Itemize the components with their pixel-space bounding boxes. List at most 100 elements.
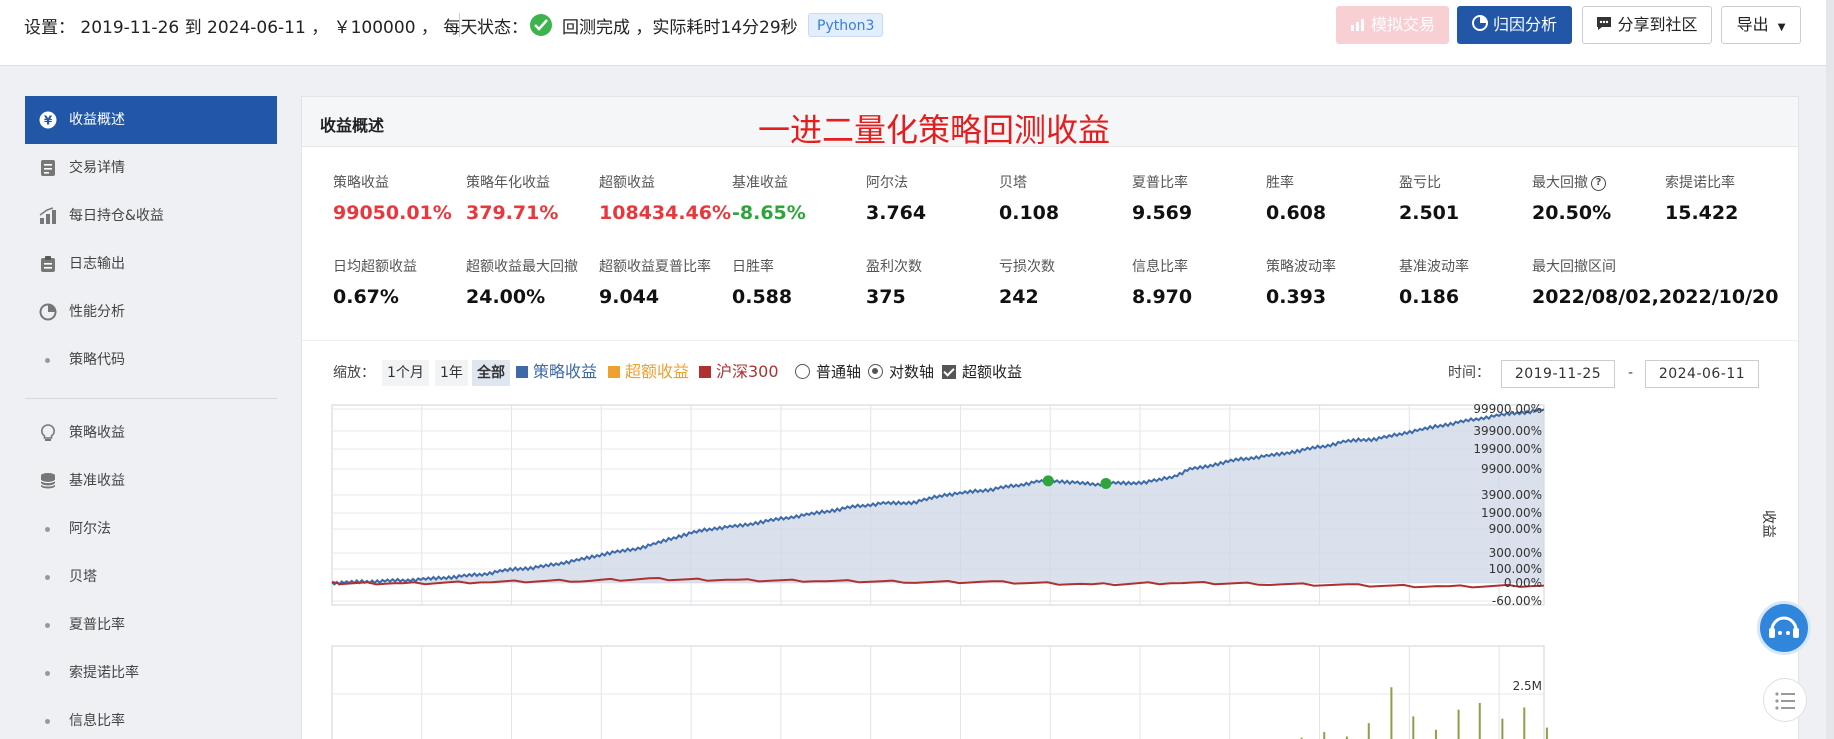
sidebar-item-benchmark-returns[interactable]: 基准收益: [25, 457, 277, 505]
zoom-all-button[interactable]: 全部: [472, 360, 510, 386]
share-to-community-button[interactable]: 分享到社区: [1582, 6, 1712, 44]
metric-daily-win-rate: 日胜率 0.588: [732, 259, 793, 308]
headset-icon: [1769, 616, 1799, 638]
sidebar-item-beta[interactable]: 贝塔: [25, 553, 277, 601]
sidebar-item-label: 贝塔: [69, 569, 97, 585]
bullet-dot: [45, 575, 50, 580]
help-icon[interactable]: ?: [1591, 175, 1606, 191]
metric-strategy-volatility: 策略波动率 0.393: [1266, 259, 1336, 308]
y-tick-label: 19900.00%: [1473, 442, 1542, 456]
metric-profit-count: 盈利次数 375: [866, 259, 922, 308]
sidebar-item-label: 信息比率: [69, 713, 125, 729]
bulb-icon: [41, 424, 55, 441]
volume-bar: [1457, 709, 1460, 739]
sidebar-item-alpha[interactable]: 阿尔法: [25, 505, 277, 553]
volume-bar: [1412, 716, 1415, 739]
sidebar-item-trade-details[interactable]: 交易详情: [25, 144, 277, 192]
metric-benchmark-return: 基准收益 -8.65%: [732, 175, 806, 224]
metric-profit-loss-ratio: 盈亏比 2.501: [1399, 175, 1460, 224]
sidebar-item-label: 策略收益: [69, 425, 125, 441]
date-to-input[interactable]: 2024-06-11: [1645, 360, 1759, 388]
database-icon: [40, 473, 56, 489]
volume-bar: [1523, 707, 1526, 739]
bullet-dot: [45, 527, 50, 532]
sidebar-item-label: 日志输出: [69, 256, 125, 272]
sidebar-item-sortino[interactable]: 索提诺比率: [25, 649, 277, 697]
zoom-1-year-button[interactable]: 1年: [435, 360, 468, 386]
sidebar-item-performance[interactable]: 性能分析: [25, 288, 277, 336]
y-tick-label: 300.00%: [1489, 546, 1542, 560]
attribution-analysis-button[interactable]: 归因分析: [1457, 6, 1572, 44]
sidebar-item-information-ratio[interactable]: 信息比率: [25, 697, 277, 739]
date-from-input[interactable]: 2019-11-25: [1501, 360, 1615, 388]
metric-strategy-return: 策略收益 99050.01%: [333, 175, 452, 224]
sidebar-item-label: 每日持仓&收益: [69, 208, 164, 224]
legend-strategy-returns[interactable]: 策略收益: [516, 359, 597, 385]
volume-bar: [1390, 687, 1393, 739]
y-tick-label: 9900.00%: [1481, 462, 1542, 476]
pie-chart-icon: [1471, 8, 1488, 44]
sidebar-item-returns-overview[interactable]: ¥ 收益概述: [25, 96, 277, 144]
catalog-button[interactable]: [1763, 678, 1807, 722]
metric-excess-max-drawdown: 超额收益最大回撤 24.00%: [466, 259, 578, 308]
document-icon: [41, 160, 55, 176]
sidebar-item-sharpe[interactable]: 夏普比率: [25, 601, 277, 649]
page-scrollbar[interactable]: [1826, 0, 1834, 739]
drawdown-marker[interactable]: [1042, 475, 1054, 487]
status-label: 状态：: [477, 18, 528, 38]
sidebar-item-label: 索提诺比率: [69, 665, 139, 681]
sidebar-item-daily-positions[interactable]: 每日持仓&收益: [25, 192, 277, 240]
sidebar-item-label: 夏普比率: [69, 617, 125, 633]
divider: [459, 13, 460, 37]
metric-alpha: 阿尔法 3.764: [866, 175, 927, 224]
top-bar: 设置： 2019-11-26 到 2024-06-11 ， ￥100000 ， …: [0, 0, 1834, 66]
metric-benchmark-volatility: 基准波动率 0.186: [1399, 259, 1469, 308]
legend-swatch: [699, 366, 711, 378]
y-tick-label: 3900.00%: [1481, 488, 1542, 502]
axis-log-radio[interactable]: 对数轴: [868, 359, 934, 385]
returns-overview-card: 收益概述 一进二量化策略回测收益 策略收益 99050.01% 策略年化收益 3…: [301, 96, 1799, 739]
sidebar-item-label: 收益概述: [69, 112, 125, 128]
volume-bar: [1434, 729, 1437, 739]
legend-hs300[interactable]: 沪深300: [699, 359, 779, 385]
sidebar-item-label: 策略代码: [69, 352, 125, 368]
sidebar: ¥ 收益概述 交易详情 每日持仓&收益 日志输出 性能分析 策略代码 策略收益 …: [25, 96, 277, 739]
sidebar-item-strategy-code[interactable]: 策略代码: [25, 336, 277, 384]
metric-max-drawdown-period: 最大回撤区间 2022/08/02,2022/10/20: [1532, 259, 1779, 308]
sidebar-divider: [25, 398, 277, 399]
time-label: 时间：: [1448, 365, 1490, 381]
chart-trend-icon: [1350, 8, 1366, 44]
sidebar-item-log-output[interactable]: 日志输出: [25, 240, 277, 288]
volume-bar: [1478, 702, 1481, 739]
drawdown-marker[interactable]: [1100, 477, 1112, 489]
bullet-dot: [45, 671, 50, 676]
y-axis-label: 收益: [1760, 510, 1776, 538]
sidebar-item-strategy-returns[interactable]: 策略收益: [25, 409, 277, 457]
y-tick-label: 1900.00%: [1481, 506, 1542, 520]
customer-service-button[interactable]: [1757, 601, 1811, 655]
y-tick-label: 99900.00%: [1473, 402, 1542, 416]
zoom-1-month-button[interactable]: 1个月: [382, 360, 429, 386]
volume-chart[interactable]: 2.5M0M: [302, 642, 1800, 739]
excess-returns-checkbox[interactable]: 超额收益: [942, 359, 1022, 385]
legend-excess-returns[interactable]: 超额收益: [608, 359, 689, 385]
export-dropdown-button[interactable]: 导出 ▼: [1721, 6, 1801, 44]
overlay-title: 一进二量化策略回测收益: [758, 111, 1111, 149]
caret-down-icon: ▼: [1777, 22, 1786, 33]
y-tick-label: -60.00%: [1492, 594, 1542, 608]
bullet-dot: [45, 623, 50, 628]
pie-icon: [39, 303, 57, 321]
comment-icon: [1596, 8, 1612, 44]
list-icon: [1775, 692, 1795, 710]
clipboard-icon: [41, 256, 55, 272]
simulate-trading-button[interactable]: 模拟交易: [1336, 6, 1449, 44]
sidebar-item-label: 基准收益: [69, 473, 125, 489]
svg-text:¥: ¥: [44, 114, 53, 128]
card-title: 收益概述: [320, 116, 385, 135]
radio-selected-icon: [868, 364, 883, 379]
yen-icon: ¥: [39, 111, 57, 129]
axis-normal-radio[interactable]: 普通轴: [795, 359, 861, 385]
returns-chart[interactable]: 99900.00% 39900.00% 19900.00% 9900.00% 3900.…: [302, 397, 1800, 617]
metric-loss-count: 亏损次数 242: [999, 259, 1055, 308]
sidebar-item-label: 交易详情: [69, 160, 125, 176]
